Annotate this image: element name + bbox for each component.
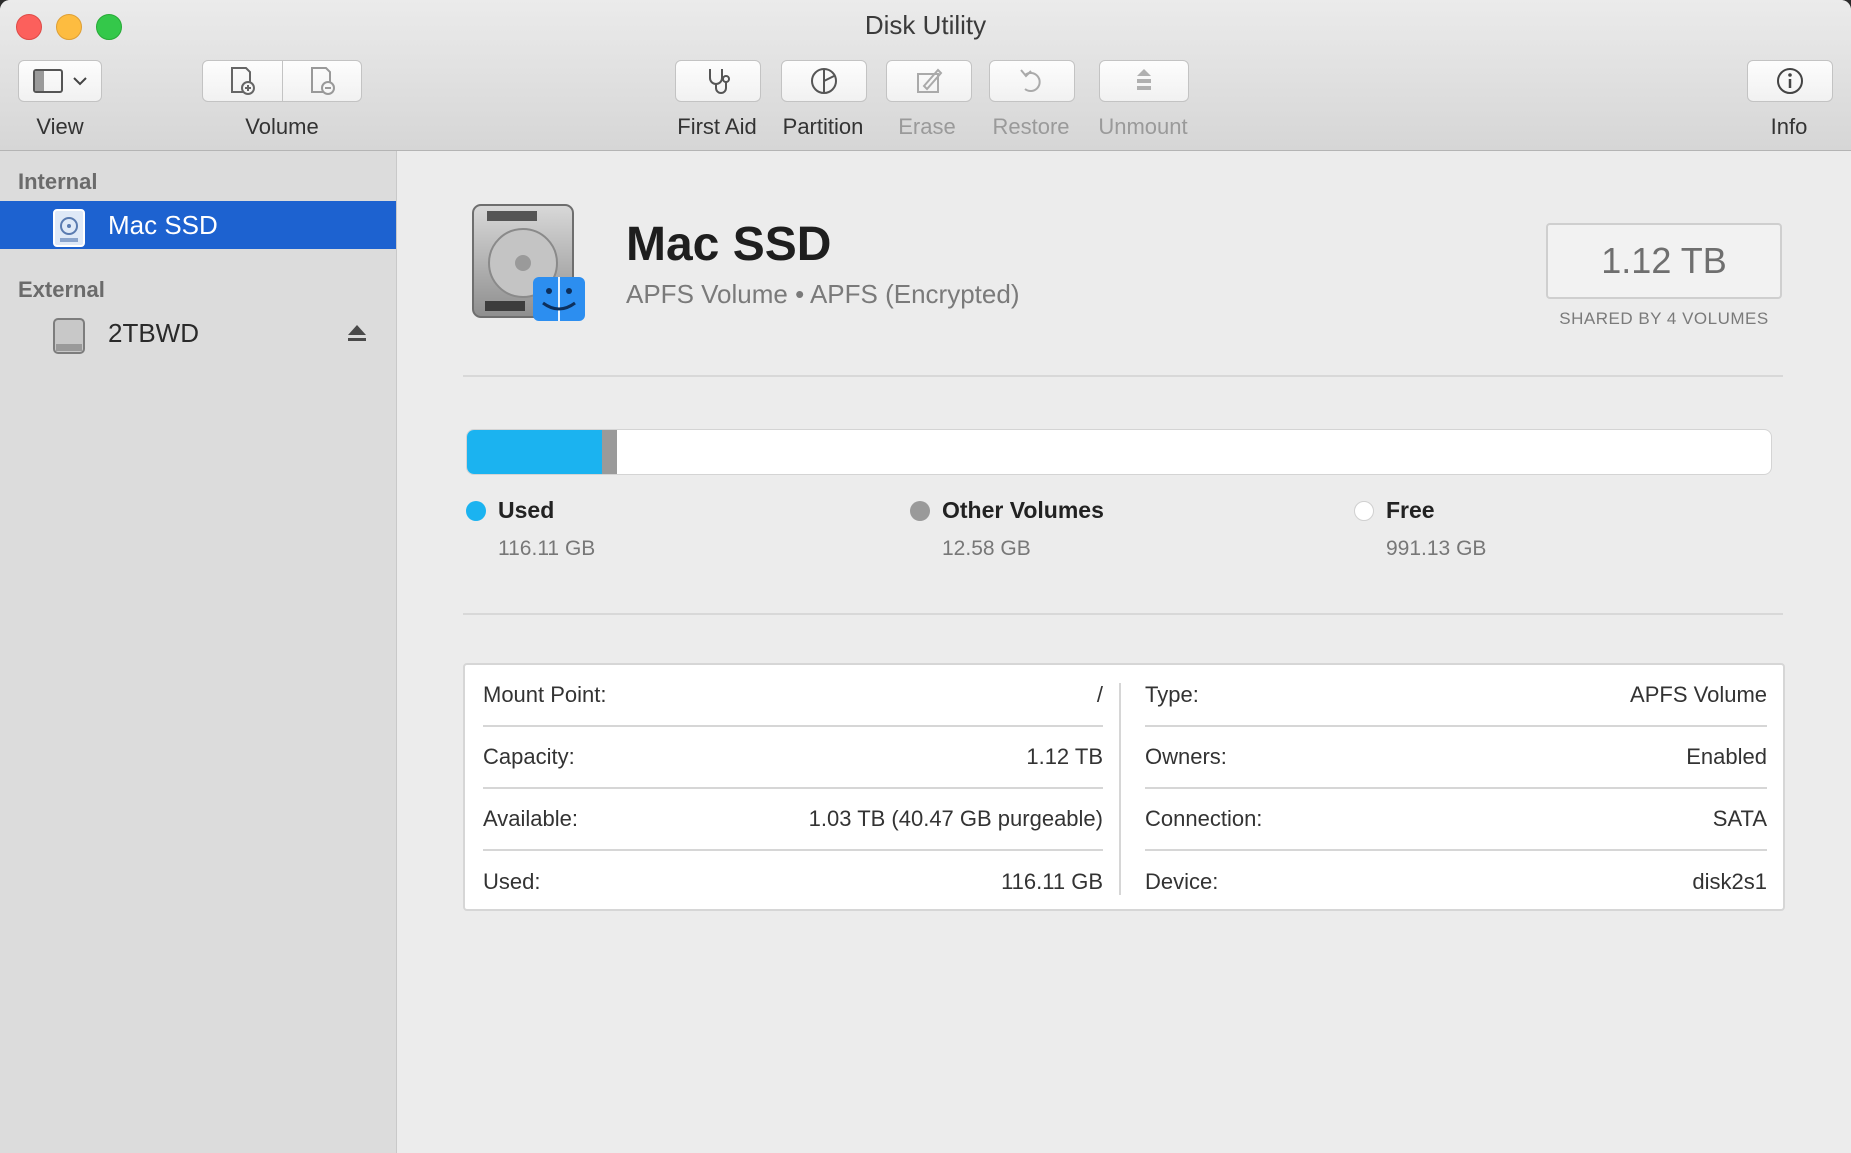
capacity-box: 1.12 TB [1546,223,1782,299]
partition-button[interactable] [781,60,867,102]
view-button[interactable] [18,60,102,102]
detail-row-owners: Owners: Enabled [1145,727,1767,789]
unmount-icon [1129,66,1159,96]
first-aid-button[interactable] [675,60,761,102]
remove-volume-icon [308,66,336,96]
divider [463,613,1783,615]
legend-free-label: Free [1386,497,1435,523]
volume-name: Mac SSD [626,218,832,271]
detail-key: Owners: [1145,744,1227,769]
legend-used-label: Used [498,497,555,523]
info-label: Info [1770,114,1808,139]
usage-bar-other-segment [602,430,617,474]
add-volume-icon [228,66,256,96]
window-title: Disk Utility [864,10,987,40]
erase-icon [914,66,944,96]
sidebar-header-external: External [18,277,105,302]
detail-key: Device: [1145,869,1219,894]
view-label: View [36,114,84,139]
detail-value: 116.11 GB [1001,869,1103,894]
external-disk-icon [52,316,86,361]
restore-label: Restore [992,114,1070,139]
used-dot-icon [466,501,486,521]
usage-bar-used-segment [467,430,603,474]
sidebar: Internal Mac SSD External 2TBWD [0,151,397,1153]
detail-value: 1.12 TB [1026,744,1103,769]
detail-value: / [1096,682,1103,707]
partition-label: Partition [782,114,864,139]
chevron-down-icon [73,76,87,86]
restore-arrow-icon [1017,66,1047,96]
detail-row-type: Type: APFS Volume [1145,665,1767,727]
remove-volume-button[interactable] [283,61,362,101]
details-column-divider [1119,683,1121,895]
free-dot-icon [1354,501,1374,521]
info-button[interactable] [1747,60,1833,102]
detail-row-device: Device: disk2s1 [1145,851,1767,913]
add-volume-button[interactable] [203,61,282,101]
detail-row-connection: Connection: SATA [1145,789,1767,851]
volume-subtitle: APFS Volume • APFS (Encrypted) [626,279,1020,309]
sidebar-item-label: 2TBWD [108,317,199,348]
detail-row-available: Available: 1.03 TB (40.47 GB purgeable) [483,789,1103,851]
detail-value: SATA [1712,806,1767,831]
legend-free-value: 991.13 GB [1386,537,1487,560]
internal-disk-icon [52,208,86,253]
restore-button[interactable] [989,60,1075,102]
detail-key: Connection: [1145,806,1263,831]
detail-key: Mount Point: [483,682,607,707]
detail-key: Type: [1145,682,1199,707]
detail-value: disk2s1 [1692,869,1767,894]
detail-row-capacity: Capacity: 1.12 TB [483,727,1103,789]
detail-value: Enabled [1686,744,1767,769]
details-table: Mount Point: / Capacity: 1.12 TB Availab… [463,663,1785,911]
partition-pie-icon [809,66,839,96]
volume-segmented-control [202,60,362,102]
main-pane: Mac SSD APFS Volume • APFS (Encrypted) 1… [397,151,1851,1153]
erase-button[interactable] [886,60,972,102]
legend-other-value: 12.58 GB [942,537,1031,560]
usage-bar [466,429,1772,475]
unmount-button[interactable] [1099,60,1189,102]
first-aid-label: First Aid [677,114,757,139]
detail-value: 1.03 TB (40.47 GB purgeable) [808,806,1103,831]
detail-row-used: Used: 116.11 GB [483,851,1103,913]
detail-key: Available: [483,806,578,831]
divider [463,375,1783,377]
hard-drive-icon [467,201,591,330]
legend-used-value: 116.11 GB [498,537,596,560]
unmount-label: Unmount [1098,114,1188,139]
info-icon [1775,66,1805,96]
sidebar-item-2tbwd[interactable]: 2TBWD [0,309,396,357]
disk-utility-window: Disk Utility View Volume First Aid Parti… [0,0,1851,1153]
detail-key: Used: [483,869,541,894]
erase-label: Erase [898,114,956,139]
stethoscope-icon [702,66,734,96]
detail-value: APFS Volume [1630,682,1767,707]
sidebar-icon [33,69,63,93]
other-volumes-dot-icon [910,501,930,521]
detail-key: Capacity: [483,744,575,769]
eject-icon[interactable] [346,323,368,348]
capacity-note: SHARED BY 4 VOLUMES [1559,309,1769,328]
sidebar-header-internal: Internal [18,169,98,194]
toolbar: Disk Utility View Volume First Aid Parti… [0,0,1851,151]
detail-row-mount-point: Mount Point: / [483,665,1103,727]
sidebar-item-label: Mac SSD [108,209,218,240]
sidebar-item-mac-ssd[interactable]: Mac SSD [0,201,396,249]
volume-label: Volume [245,114,319,139]
legend-other-label: Other Volumes [942,497,1104,523]
